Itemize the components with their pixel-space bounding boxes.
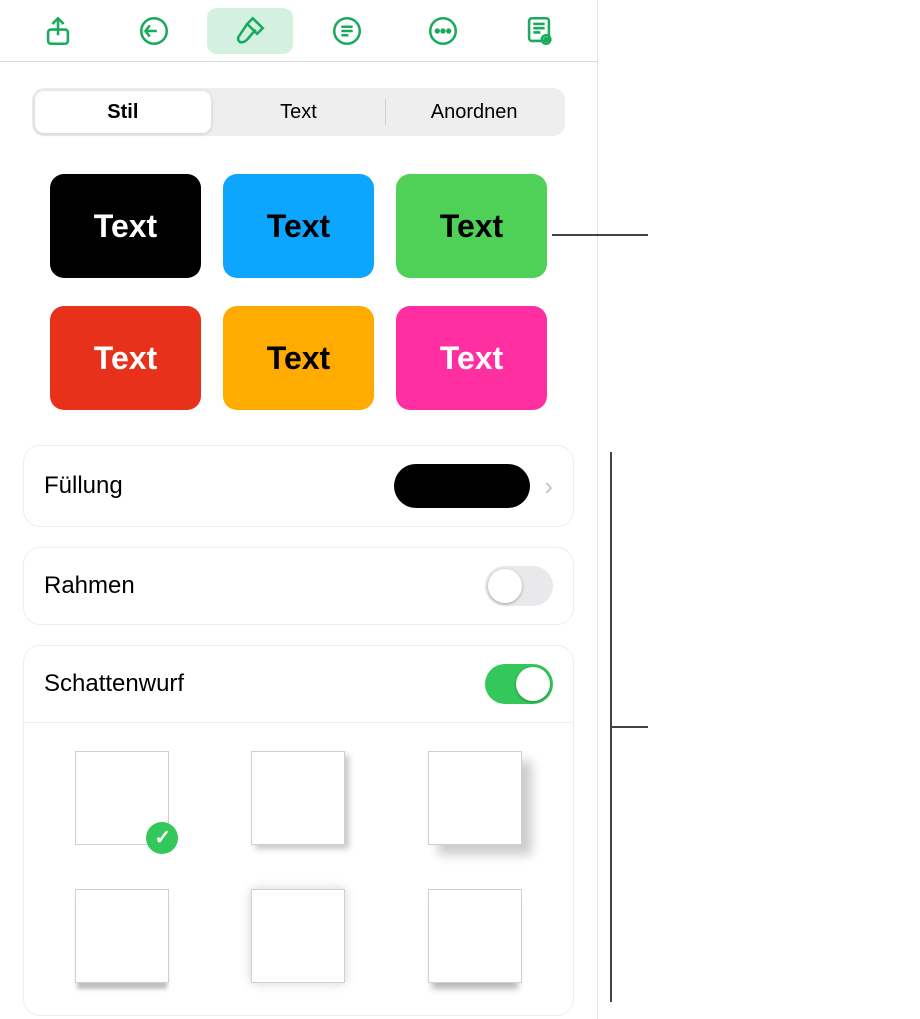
more-icon: [426, 14, 460, 48]
shadow-option-4[interactable]: [75, 889, 169, 983]
style-preset-4[interactable]: Text: [50, 306, 201, 410]
shadow-option-6[interactable]: [428, 889, 522, 983]
shadow-toggle[interactable]: [485, 664, 553, 704]
shadow-options-grid: [24, 723, 573, 1015]
share-icon: [41, 14, 75, 48]
tab-bar-container: Stil Text Anordnen: [0, 62, 597, 136]
insert-button[interactable]: [304, 8, 390, 54]
shadow-option-3[interactable]: [428, 751, 522, 845]
shadow-row: Schattenwurf: [24, 646, 573, 723]
shadow-option-2[interactable]: [251, 751, 345, 845]
callout-line-1: [552, 234, 648, 236]
chevron-right-icon: ›: [544, 471, 553, 502]
shadow-option-1[interactable]: [75, 751, 169, 845]
callout-line-2-horizontal: [610, 726, 648, 728]
read-mode-icon: [522, 14, 556, 48]
read-mode-button[interactable]: [496, 8, 582, 54]
format-brush-icon: [233, 14, 267, 48]
format-panel: Stil Text Anordnen Text Text Text Text T…: [0, 0, 598, 1019]
shadow-label: Schattenwurf: [44, 670, 485, 698]
style-preset-3[interactable]: Text: [396, 174, 547, 278]
fill-color-swatch: [394, 464, 530, 508]
shadow-option-5[interactable]: [251, 889, 345, 983]
style-preset-6[interactable]: Text: [396, 306, 547, 410]
style-settings: Füllung › Rahmen Schattenwurf: [0, 420, 597, 1015]
tab-arrange[interactable]: Anordnen: [386, 91, 562, 133]
toggle-knob: [488, 569, 522, 603]
tab-text[interactable]: Text: [211, 91, 387, 133]
toggle-knob: [516, 667, 550, 701]
shadow-card: Schattenwurf: [24, 646, 573, 1015]
fill-label: Füllung: [44, 472, 394, 500]
style-preset-1[interactable]: Text: [50, 174, 201, 278]
fill-card: Füllung ›: [24, 446, 573, 526]
style-preset-2[interactable]: Text: [223, 174, 374, 278]
undo-icon: [137, 14, 171, 48]
list-icon: [330, 14, 364, 48]
border-label: Rahmen: [44, 572, 485, 600]
tab-style[interactable]: Stil: [35, 91, 211, 133]
border-card: Rahmen: [24, 548, 573, 624]
more-button[interactable]: [400, 8, 486, 54]
border-row: Rahmen: [24, 548, 573, 624]
style-preset-5[interactable]: Text: [223, 306, 374, 410]
format-button[interactable]: [207, 8, 293, 54]
share-button[interactable]: [15, 8, 101, 54]
style-preset-grid: Text Text Text Text Text Text: [0, 136, 597, 420]
fill-row[interactable]: Füllung ›: [24, 446, 573, 526]
toolbar: [0, 0, 597, 62]
border-toggle[interactable]: [485, 566, 553, 606]
undo-button[interactable]: [111, 8, 197, 54]
tab-bar: Stil Text Anordnen: [32, 88, 565, 136]
